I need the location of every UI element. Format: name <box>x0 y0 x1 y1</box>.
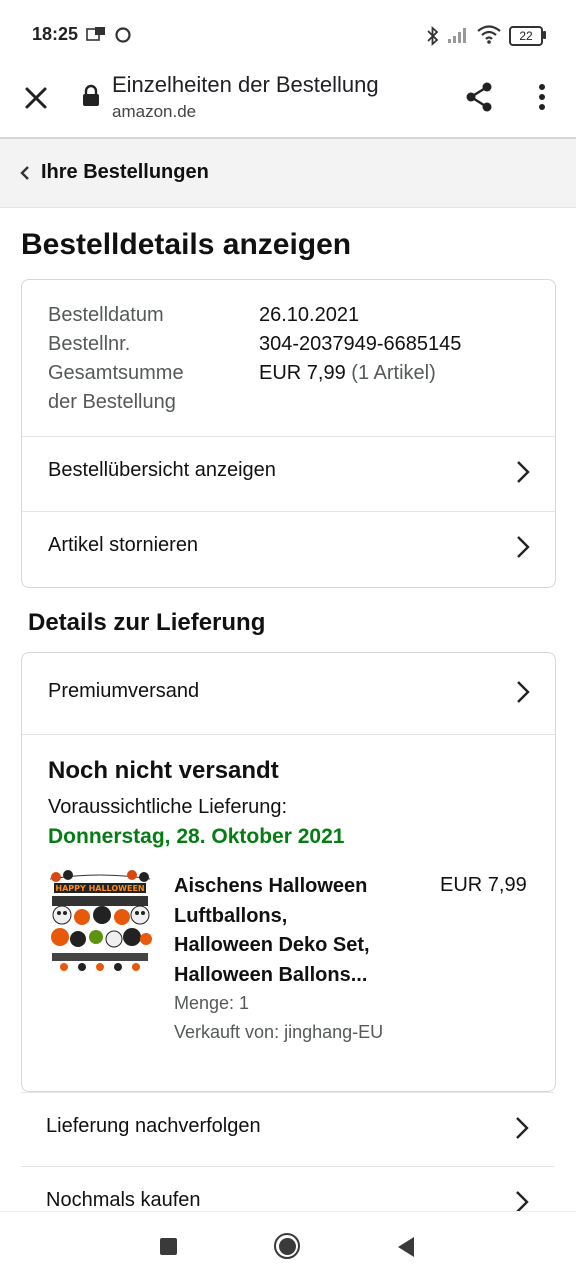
delivery-details-heading: Details zur Lieferung <box>28 609 266 636</box>
chevron-right-icon <box>515 1116 529 1145</box>
order-total-value: EUR 7,99 (1 Artikel) <box>259 359 436 388</box>
order-summary-card: Bestelldatum 26.10.2021 Bestellnr. 304-2… <box>21 279 556 588</box>
product-title-line: Halloween Deko Set, <box>174 934 370 956</box>
breadcrumb[interactable]: Ihre Bestellungen <box>0 139 576 208</box>
back-icon <box>398 1237 414 1257</box>
order-total-label-line1: Gesamtsumme <box>48 362 184 384</box>
order-total-label: Gesamtsumme der Bestellung <box>48 359 184 417</box>
cancel-items-row[interactable]: Artikel stornieren <box>22 511 555 586</box>
battery-tip <box>543 31 546 39</box>
product-price: EUR 7,99 <box>440 874 527 896</box>
eta-label: Voraussichtliche Lieferung: <box>48 796 288 818</box>
back-button[interactable] <box>396 1236 416 1263</box>
view-order-summary-label: Bestellübersicht anzeigen <box>48 459 276 481</box>
share-icon <box>466 82 492 112</box>
browser-toolbar: Einzelheiten der Bestellung amazon.de <box>0 64 576 139</box>
close-icon <box>25 87 47 109</box>
product-title-line: Luftballons, <box>174 904 288 927</box>
status-time: 18:25 <box>32 24 79 44</box>
product-title-line: Aischens Halloween <box>174 875 368 897</box>
overflow-menu-button[interactable] <box>530 80 554 114</box>
more-vertical-icon <box>539 84 545 110</box>
track-delivery-row[interactable]: Lieferung nachverfolgen <box>21 1092 554 1167</box>
delivery-card: Premiumversand Noch nicht versandt Vorau… <box>21 652 556 1092</box>
cancel-items-label: Artikel stornieren <box>48 534 199 556</box>
browser-page-title: Einzelheiten der Bestellung <box>112 72 379 97</box>
wifi-icon <box>476 24 502 49</box>
bluetooth-icon <box>426 25 440 51</box>
halloween-balloons-image: HAPPY HALLOWEEN <box>48 869 152 973</box>
share-button[interactable] <box>462 80 496 114</box>
track-delivery-label: Lieferung nachverfolgen <box>46 1115 261 1137</box>
order-date-label: Bestelldatum <box>48 304 164 326</box>
breadcrumb-your-orders[interactable]: Ihre Bestellungen <box>41 161 209 184</box>
product-title-line: Halloween Ballons... <box>174 963 368 986</box>
status-bar: 18:25 22 <box>0 0 576 64</box>
chevron-right-icon <box>516 535 530 564</box>
product-quantity: Menge: 1 <box>174 993 250 1013</box>
chevron-right-icon <box>516 460 530 489</box>
page-title: Bestelldetails anzeigen <box>21 228 352 261</box>
signal-icon <box>447 26 469 49</box>
image-caption: HAPPY HALLOWEEN <box>55 884 144 893</box>
order-number-label: Bestellnr. <box>48 333 131 355</box>
recent-apps-button[interactable] <box>160 1238 177 1255</box>
lock-icon <box>81 84 101 113</box>
order-number-value: 304-2037949-6685145 <box>259 333 462 355</box>
close-button[interactable] <box>20 82 52 114</box>
product-title-link[interactable]: Aischens Halloween Luftballons, Hallowee… <box>174 872 414 990</box>
view-order-summary-row[interactable]: Bestellübersicht anzeigen <box>22 436 555 511</box>
eta-date: Donnerstag, 28. Oktober 2021 <box>48 825 345 848</box>
browser-url: amazon.de <box>112 102 197 121</box>
order-total-amount: EUR 7,99 <box>259 362 346 384</box>
buy-again-label: Nochmals kaufen <box>46 1189 201 1211</box>
notification-icon <box>86 26 106 47</box>
shipping-method-row[interactable]: Premiumversand <box>22 653 555 735</box>
chevron-right-icon <box>516 680 530 709</box>
chevron-left-icon <box>20 166 30 185</box>
product-image[interactable]: HAPPY HALLOWEEN <box>48 869 152 973</box>
product-seller: Verkauft von: jinghang-EU <box>174 1022 384 1042</box>
shipping-method-label: Premiumversand <box>48 680 200 702</box>
home-icon <box>279 1238 296 1255</box>
order-date-value: 26.10.2021 <box>259 304 360 326</box>
system-navigation-bar <box>0 1211 576 1281</box>
order-total-item-count: (1 Artikel) <box>351 362 436 384</box>
shipment-status: Noch nicht versandt <box>48 757 279 784</box>
order-total-label-line2: der Bestellung <box>48 391 176 413</box>
sync-icon <box>114 26 132 49</box>
battery-indicator: 22 <box>509 26 543 46</box>
